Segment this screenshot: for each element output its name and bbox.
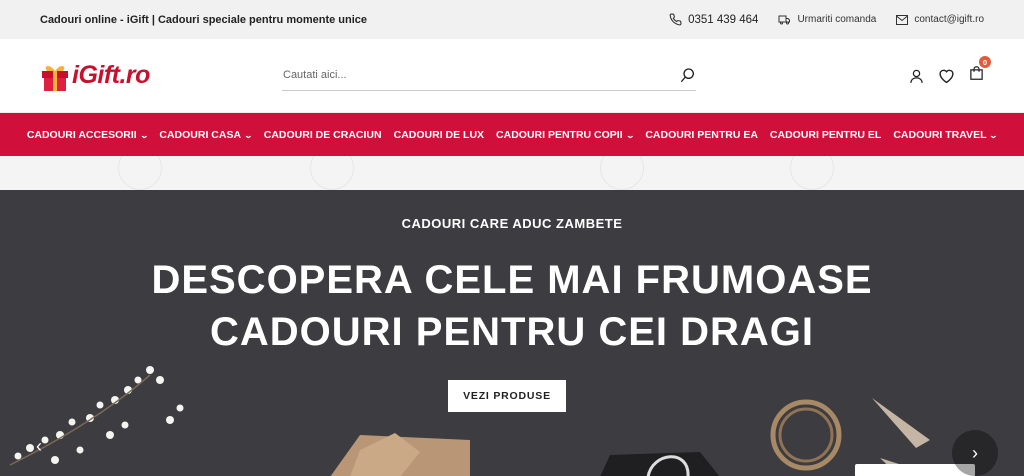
- nav-item-lux[interactable]: CADOURI DE LUX: [388, 129, 490, 141]
- header-actions: 0: [909, 56, 991, 86]
- track-order-link[interactable]: Urmariti comanda: [778, 14, 876, 26]
- heart-icon[interactable]: [938, 68, 955, 84]
- hero-subtitle: CADOURI CARE ADUC ZAMBETE: [401, 216, 623, 231]
- slider-next-arrow-icon[interactable]: ›: [952, 430, 998, 476]
- site-header: iGift.ro 0: [0, 39, 1024, 113]
- search-icon[interactable]: [680, 67, 696, 83]
- view-products-button[interactable]: VEZI PRODUSE: [448, 380, 566, 412]
- search-bar: [282, 61, 696, 91]
- nav-item-travel[interactable]: CADOURI TRAVEL ⌄: [887, 129, 1003, 141]
- phone-icon: [669, 13, 682, 26]
- email-link[interactable]: contact@igift.ro: [896, 14, 984, 25]
- phone-number: 0351 439 464: [688, 13, 759, 26]
- track-order-label: Urmariti comanda: [797, 14, 877, 25]
- nav-item-accesorii[interactable]: CADOURI ACCESORII ⌄: [21, 129, 154, 141]
- top-bar: Cadouri online - iGift | Cadouri special…: [0, 0, 1024, 39]
- site-tagline: Cadouri online - iGift | Cadouri special…: [40, 13, 368, 26]
- chevron-down-icon: ⌄: [989, 130, 999, 140]
- chevron-down-icon: ⌄: [243, 130, 254, 140]
- user-icon[interactable]: [909, 68, 924, 84]
- nav-item-craciun[interactable]: CADOURI DE CRACIUN: [258, 129, 388, 141]
- nav-item-label: CADOURI PENTRU COPII: [496, 128, 623, 141]
- hero-title-line-1: DESCOPERA CELE MAI FRUMOASE: [151, 258, 873, 302]
- nav-item-label: CADOURI CASA: [159, 128, 242, 141]
- nav-item-label: CADOURI ACCESORII: [26, 128, 137, 141]
- hero-title-line-2: CADOURI PENTRU CEI DRAGI: [209, 310, 815, 354]
- nav-item-label: CADOURI PENTRU EA: [645, 128, 758, 141]
- truck-icon: [778, 15, 791, 24]
- doodle-shape: [790, 156, 834, 190]
- cart-count-badge: 0: [979, 56, 991, 68]
- decorative-pattern-strip: [0, 156, 1024, 190]
- logo-wordmark: iGift.ro: [72, 61, 150, 89]
- search-input[interactable]: [282, 69, 680, 81]
- contact-info: 0351 439 464 Urmariti comanda contact@ig…: [669, 13, 984, 26]
- nav-item-label: CADOURI PENTRU EL: [769, 128, 882, 141]
- phone-link[interactable]: 0351 439 464: [669, 13, 758, 26]
- main-nav: CADOURI ACCESORII ⌄ CADOURI CASA ⌄ CADOURI…: [0, 113, 1024, 156]
- gift-box-icon: [42, 65, 68, 91]
- nav-item-copii[interactable]: CADOURI PENTRU COPII ⌄: [490, 129, 639, 141]
- slider-prev-arrow-icon[interactable]: ‹: [36, 436, 42, 457]
- nav-item-el[interactable]: CADOURI PENTRU EL: [764, 129, 887, 141]
- chevron-down-icon: ⌄: [625, 130, 635, 140]
- site-logo[interactable]: iGift.ro: [40, 60, 280, 92]
- doodle-shape: [310, 156, 354, 190]
- hero-title: DESCOPERA CELE MAI FRUMOASE CADOURI PENT…: [0, 254, 1024, 358]
- nav-item-label: CADOURI DE CRACIUN: [263, 128, 382, 141]
- nav-item-casa[interactable]: CADOURI CASA ⌄: [153, 129, 257, 141]
- nav-item-label: CADOURI TRAVEL: [893, 128, 987, 141]
- mail-icon: [896, 14, 909, 25]
- nav-item-ea[interactable]: CADOURI PENTRU EA: [639, 129, 764, 141]
- chevron-down-icon: ⌄: [139, 130, 149, 140]
- doodle-shape: [118, 156, 162, 190]
- nav-item-label: CADOURI DE LUX: [393, 128, 485, 141]
- cart-button[interactable]: 0: [969, 56, 991, 86]
- email-address: contact@igift.ro: [914, 14, 984, 25]
- doodle-shape: [600, 156, 644, 190]
- hero-banner: CADOURI CARE ADUC ZAMBETE DESCOPERA CELE…: [0, 190, 1024, 476]
